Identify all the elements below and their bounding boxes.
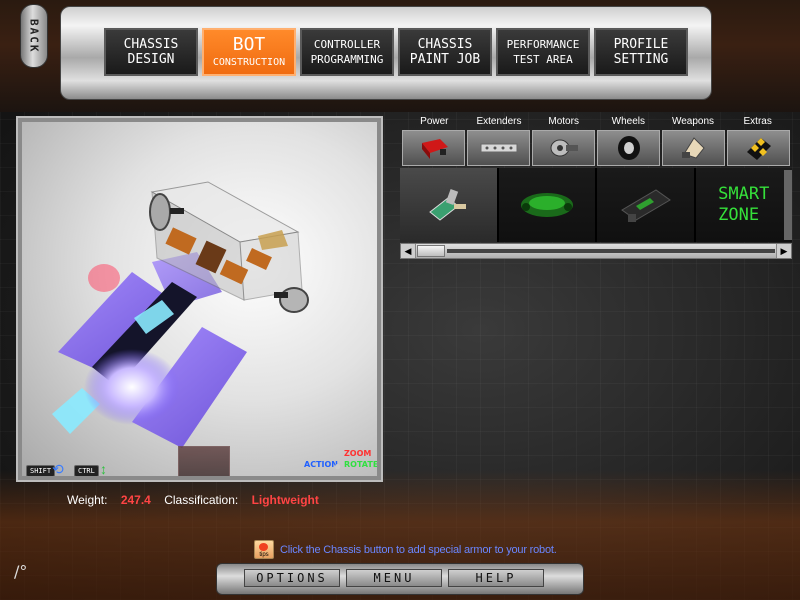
tab-label-line1: CHASSIS: [417, 37, 473, 52]
scroll-right-arrow-icon[interactable]: ▶: [776, 244, 791, 258]
bottom-menu: OPTIONS MENU HELP: [244, 569, 544, 587]
move-vertical-icon[interactable]: ↕: [100, 462, 107, 476]
tab-label-line2: DESIGN: [127, 52, 175, 67]
red-glow: [88, 264, 120, 292]
tab-label-line1: CHASSIS: [123, 37, 179, 52]
tab-label-line1: CONTROLLER: [313, 38, 381, 51]
category-extras[interactable]: Extras: [725, 116, 790, 128]
tab-label-line1: PROFILE: [613, 37, 669, 52]
tips-icon-label: tips: [259, 552, 269, 558]
extender-bar-icon[interactable]: [467, 130, 530, 166]
tab-chassis-design[interactable]: CHASSIS DESIGN: [104, 28, 198, 76]
classification-value: Lightweight: [251, 493, 319, 507]
parts-vertical-scroll[interactable]: [784, 170, 792, 240]
corner-logo-icon: /°: [14, 562, 28, 581]
category-extenders[interactable]: Extenders: [467, 116, 532, 128]
main-nav: CHASSIS DESIGN BOT CONSTRUCTION CONTROLL…: [104, 28, 688, 76]
weapon-icon[interactable]: [662, 130, 725, 166]
scroll-left-arrow-icon[interactable]: ◀: [401, 244, 416, 258]
scroll-thumb[interactable]: [417, 245, 445, 257]
action-label: ACTION: [304, 460, 338, 469]
tab-label-line1: BOT: [232, 33, 266, 55]
battery-icon[interactable]: [402, 130, 465, 166]
smart-zone-line2: ZONE: [718, 205, 760, 225]
axle: [170, 208, 184, 214]
ctrl-key-hint: CTRL: [74, 465, 99, 476]
tab-profile-setting[interactable]: PROFILE SETTING: [594, 28, 688, 76]
tab-label-line1: PERFORMANCE: [506, 38, 580, 51]
wheel: [279, 287, 309, 313]
part-item-power-switch[interactable]: [400, 168, 497, 242]
part-item-green-motor[interactable]: [498, 168, 595, 242]
tab-bot-construction[interactable]: BOT CONSTRUCTION: [202, 28, 296, 76]
parts-list: SMART ZONE: [400, 168, 792, 242]
stats-row: Weight: 247.4 Classification: Lightweigh…: [67, 493, 319, 507]
weight-label: Weight:: [67, 493, 108, 507]
shift-key-hint: SHIFT: [26, 465, 56, 476]
smart-zone-line1: SMART: [718, 184, 770, 204]
tip-bar: tips Click the Chassis button to add spe…: [254, 540, 557, 559]
part-item-black-module[interactable]: [597, 168, 694, 242]
rotate-label: ROTATE: [344, 460, 377, 469]
wheel-icon[interactable]: [597, 130, 660, 166]
tab-label-line2: PROGRAMMING: [310, 53, 384, 66]
options-button[interactable]: OPTIONS: [244, 569, 340, 587]
rotate-view-icon[interactable]: ⟲: [52, 462, 64, 476]
tab-label-line2: PAINT JOB: [409, 52, 481, 67]
hazard-extras-icon[interactable]: [727, 130, 790, 166]
parts-scrollbar[interactable]: ◀ ▶: [400, 243, 792, 259]
tips-icon: tips: [254, 540, 274, 559]
zoom-label: ZOOM: [344, 449, 372, 458]
part-category-icons: [402, 130, 790, 166]
tab-label-line2: SETTING: [613, 52, 669, 67]
part-item-smart-zone[interactable]: SMART ZONE: [695, 168, 792, 242]
tab-label-line2: TEST AREA: [513, 53, 573, 66]
tip-text: Click the Chassis button to add special …: [280, 543, 557, 556]
axle: [274, 292, 288, 298]
help-button[interactable]: HELP: [448, 569, 544, 587]
robot-3d-viewport[interactable]: SHIFT ⟲ CTRL ↕ ZOOM ACTION ROTATE ●: [16, 116, 383, 482]
wheel: [149, 193, 171, 231]
category-weapons[interactable]: Weapons: [661, 116, 726, 128]
robot-model[interactable]: [22, 122, 377, 476]
tab-performance-test-area[interactable]: PERFORMANCE TEST AREA: [496, 28, 590, 76]
classification-label: Classification:: [164, 493, 239, 507]
scroll-track[interactable]: [447, 249, 775, 253]
part-categories: Power Extenders Motors Wheels Weapons Ex…: [402, 116, 790, 128]
weight-value: 247.4: [120, 493, 151, 507]
category-wheels[interactable]: Wheels: [596, 116, 661, 128]
spin-glow: [84, 349, 180, 425]
tab-label-line2: CONSTRUCTION: [212, 56, 286, 68]
tab-chassis-paint-job[interactable]: CHASSIS PAINT JOB: [398, 28, 492, 76]
motor-icon[interactable]: [532, 130, 595, 166]
category-power[interactable]: Power: [402, 116, 467, 128]
category-motors[interactable]: Motors: [531, 116, 596, 128]
viewport-canvas[interactable]: SHIFT ⟲ CTRL ↕ ZOOM ACTION ROTATE ●: [22, 122, 377, 476]
back-label: BACK: [27, 18, 41, 54]
menu-button[interactable]: MENU: [346, 569, 442, 587]
toolbox-icon[interactable]: [178, 446, 230, 476]
mouse-icon: ●: [334, 459, 342, 473]
tab-controller-programming[interactable]: CONTROLLER PROGRAMMING: [300, 28, 394, 76]
back-button[interactable]: BACK: [20, 4, 48, 68]
